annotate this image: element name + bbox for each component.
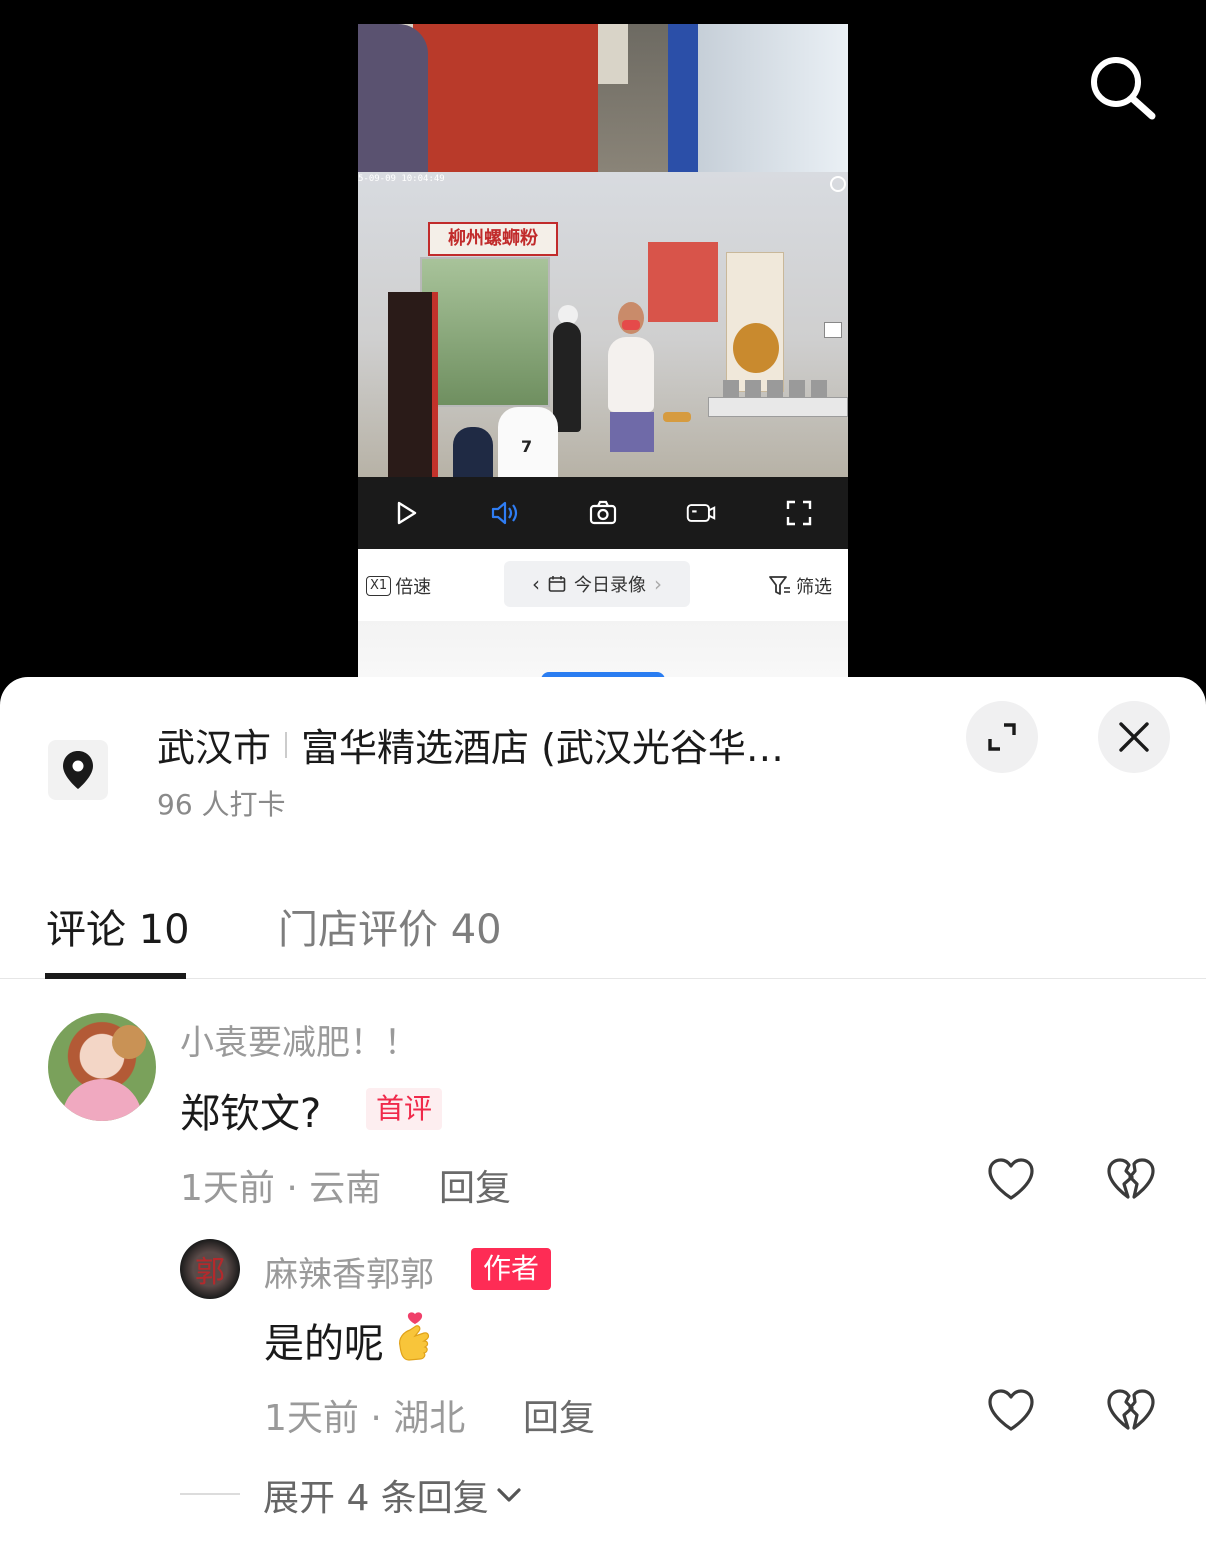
shop-door <box>420 257 550 407</box>
fullscreen-icon[interactable] <box>784 498 814 528</box>
player-controls <box>358 477 848 549</box>
expand-replies-button[interactable]: 展开 4 条回复 <box>263 1469 523 1521</box>
tab-underline <box>45 973 186 979</box>
reply-button[interactable]: 回复 <box>439 1159 511 1211</box>
search-icon[interactable] <box>1086 52 1158 124</box>
prev-day-icon[interactable]: ‹ <box>532 572 540 596</box>
record-video-icon[interactable] <box>686 498 716 528</box>
speed-button[interactable]: X1 倍速 <box>366 573 431 599</box>
playback-toolbar: X1 倍速 ‹ 今日录像 › 筛选 <box>358 549 848 621</box>
tab-bar: 评论 10 门店评价 40 <box>0 887 1206 979</box>
camera-view-top <box>358 24 848 172</box>
red-panel <box>388 292 438 477</box>
video-frame[interactable]: 5-09-09 10:04:49 柳州螺蛳粉 7 X1 倍速 ‹ 今日录像 › … <box>358 24 848 700</box>
person-white-shirt <box>608 337 654 412</box>
play-icon[interactable] <box>392 498 422 528</box>
expand-sheet-button[interactable] <box>966 701 1038 773</box>
filter-label: 筛选 <box>796 577 832 598</box>
like-heart-icon[interactable] <box>986 1386 1036 1436</box>
expand-divider <box>180 1493 240 1495</box>
speed-badge: X1 <box>366 576 392 596</box>
expand-replies-label: 展开 4 条回复 <box>263 1478 489 1519</box>
counter-table <box>708 397 848 417</box>
chevron-down-icon <box>497 1488 521 1502</box>
finger-heart-emoji-icon <box>394 1312 438 1368</box>
author-badge: 作者 <box>471 1248 552 1290</box>
camera-logo-icon <box>830 176 846 192</box>
person-black <box>553 322 581 432</box>
comment-sheet: 武汉市 富华精选酒店 (武汉光谷华… 96 人打卡 评论 10 门店评价 40 … <box>0 677 1206 1557</box>
date-selector: ‹ 今日录像 › <box>504 561 690 607</box>
volume-icon[interactable] <box>490 498 520 528</box>
speed-label: 倍速 <box>395 577 432 598</box>
video-area[interactable]: 5-09-09 10:04:49 柳州螺蛳粉 7 X1 倍速 ‹ 今日录像 › … <box>0 0 1206 700</box>
expand-icon <box>988 723 1016 751</box>
dislike-broken-heart-icon[interactable] <box>1106 1386 1156 1436</box>
reply-text-row: 是的呢 <box>264 1311 438 1369</box>
close-button[interactable] <box>1098 701 1170 773</box>
location-city: 武汉市 <box>157 726 272 770</box>
shop-banner: 柳州螺蛳粉 <box>428 222 558 256</box>
reply-button[interactable]: 回复 <box>523 1389 595 1441</box>
dislike-broken-heart-icon[interactable] <box>1106 1155 1156 1205</box>
no-smoking-sign <box>824 322 842 338</box>
filter-button[interactable]: 筛选 <box>768 573 832 599</box>
stool <box>663 412 691 422</box>
tab-store-reviews[interactable]: 门店评价 40 <box>278 897 502 955</box>
checkin-count: 96 人打卡 <box>157 788 286 821</box>
reply-meta: 1天前 · 湖北 <box>264 1398 466 1439</box>
avatar[interactable] <box>48 1013 156 1121</box>
avatar-char: 郭 <box>195 1255 225 1290</box>
avatar[interactable]: 郭 <box>180 1239 240 1299</box>
comment-meta: 1天前 · 云南 <box>180 1168 382 1209</box>
comment-username[interactable]: 小袁要减肥！！ <box>180 1015 418 1064</box>
reply-username[interactable]: 麻辣香郭郭 <box>264 1247 434 1296</box>
menu-board <box>648 242 718 322</box>
title-divider <box>285 731 288 758</box>
close-icon <box>1119 722 1149 752</box>
location-pin-icon <box>48 740 108 800</box>
camera-view-main: 5-09-09 10:04:49 柳州螺蛳粉 7 <box>358 172 848 477</box>
camera-timestamp: 5-09-09 10:04:49 <box>358 174 445 184</box>
comment-text: 郑钦文? <box>180 1091 322 1137</box>
reply-text: 是的呢 <box>264 1321 384 1367</box>
tab-comments[interactable]: 评论 10 <box>46 897 190 955</box>
date-label[interactable]: 今日录像 <box>574 571 646 597</box>
food-poster <box>726 252 784 392</box>
camera-snapshot-icon[interactable] <box>588 498 618 528</box>
jersey-number: 7 <box>521 437 533 456</box>
pots <box>723 380 833 398</box>
location-place: 富华精选酒店 (武汉光谷华… <box>301 726 784 770</box>
first-comment-badge: 首评 <box>366 1088 443 1130</box>
filter-icon <box>769 576 790 595</box>
location-title[interactable]: 武汉市 富华精选酒店 (武汉光谷华… <box>157 717 784 772</box>
next-day-icon[interactable]: › <box>654 572 662 596</box>
calendar-icon <box>548 576 566 592</box>
like-heart-icon[interactable] <box>986 1155 1036 1205</box>
person-seated <box>453 427 493 477</box>
shop-banner-text: 柳州螺蛳粉 <box>448 228 538 249</box>
